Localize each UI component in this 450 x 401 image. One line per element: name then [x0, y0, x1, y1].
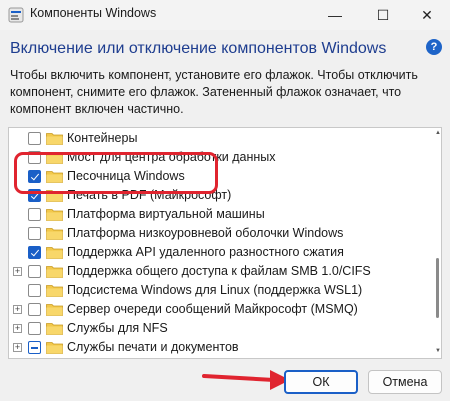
feature-checkbox[interactable] [28, 303, 41, 316]
instructions-text: Чтобы включить компонент, установите его… [10, 68, 418, 116]
folder-icon [46, 247, 63, 259]
tree-item[interactable]: Платформа виртуальной машины [9, 205, 429, 224]
tree-item[interactable]: Поддержка API удаленного разностного сжа… [9, 243, 429, 262]
help-icon[interactable]: ? [426, 39, 442, 55]
minimize-button[interactable]: — [312, 0, 358, 30]
folder-icon [46, 266, 63, 278]
feature-checkbox[interactable] [28, 341, 41, 354]
feature-checkbox[interactable] [28, 227, 41, 240]
expand-icon[interactable]: + [13, 324, 22, 333]
close-button[interactable]: ✕ [404, 0, 450, 30]
feature-checkbox[interactable] [28, 284, 41, 297]
tree-item-label: Сервер очереди сообщений Майкрософт (MSM… [67, 302, 358, 316]
tree-item[interactable]: Соединитель MultiPoint [9, 357, 429, 358]
tree-item-label: Службы для NFS [67, 321, 168, 335]
tree-item[interactable]: + Поддержка общего доступа к файлам SMB 1… [9, 262, 429, 281]
folder-icon [46, 285, 63, 297]
ok-button[interactable]: ОК [284, 370, 358, 394]
feature-checkbox[interactable] [28, 322, 41, 335]
tree-item[interactable]: + Службы печати и документов [9, 338, 429, 357]
folder-icon [46, 304, 63, 316]
tree-item-label: Подсистема Windows для Linux (поддержка … [67, 283, 363, 297]
tree-item[interactable]: + Службы для NFS [9, 319, 429, 338]
folder-icon [46, 228, 63, 240]
tree-item[interactable]: Контейнеры [9, 129, 429, 148]
scroll-down-icon[interactable]: ▼ [435, 348, 441, 354]
title-bar[interactable]: Компоненты Windows — ☐ ✕ [0, 0, 450, 30]
cancel-button[interactable]: Отмена [368, 370, 442, 394]
tree-item[interactable]: Платформа низкоуровневой оболочки Window… [9, 224, 429, 243]
expand-icon[interactable]: + [13, 343, 22, 352]
tree-item-label: Поддержка API удаленного разностного сжа… [67, 245, 344, 259]
tree-item-label: Контейнеры [67, 131, 138, 145]
vertical-scrollbar[interactable]: ▲ ▼ [434, 128, 441, 358]
tree-item[interactable]: Подсистема Windows для Linux (поддержка … [9, 281, 429, 300]
feature-checkbox[interactable] [28, 208, 41, 221]
folder-icon [46, 342, 63, 354]
folder-icon [46, 209, 63, 221]
maximize-button[interactable]: ☐ [360, 0, 406, 30]
expand-icon[interactable]: + [13, 267, 22, 276]
dialog-window: Компоненты Windows — ☐ ✕ Включение или о… [0, 0, 450, 401]
scroll-up-icon[interactable]: ▲ [435, 130, 441, 136]
tree-item-label: Службы печати и документов [67, 340, 239, 354]
annotation-highlight-box [14, 152, 218, 194]
feature-checkbox[interactable] [28, 246, 41, 259]
folder-icon [46, 133, 63, 145]
folder-icon [46, 323, 63, 335]
tree-item[interactable]: + Сервер очереди сообщений Майкрософт (MS… [9, 300, 429, 319]
expand-icon[interactable]: + [13, 305, 22, 314]
tree-item-label: Поддержка общего доступа к файлам SMB 1.… [67, 264, 371, 278]
tree-item-label: Платформа виртуальной машины [67, 207, 265, 221]
feature-checkbox[interactable] [28, 132, 41, 145]
scroll-thumb[interactable] [436, 258, 439, 318]
tree-item-label: Платформа низкоуровневой оболочки Window… [67, 226, 344, 240]
windows-features-icon [8, 7, 24, 23]
window-title: Компоненты Windows [30, 6, 157, 20]
dialog-heading: Включение или отключение компонентов Win… [10, 40, 387, 57]
feature-checkbox[interactable] [28, 265, 41, 278]
